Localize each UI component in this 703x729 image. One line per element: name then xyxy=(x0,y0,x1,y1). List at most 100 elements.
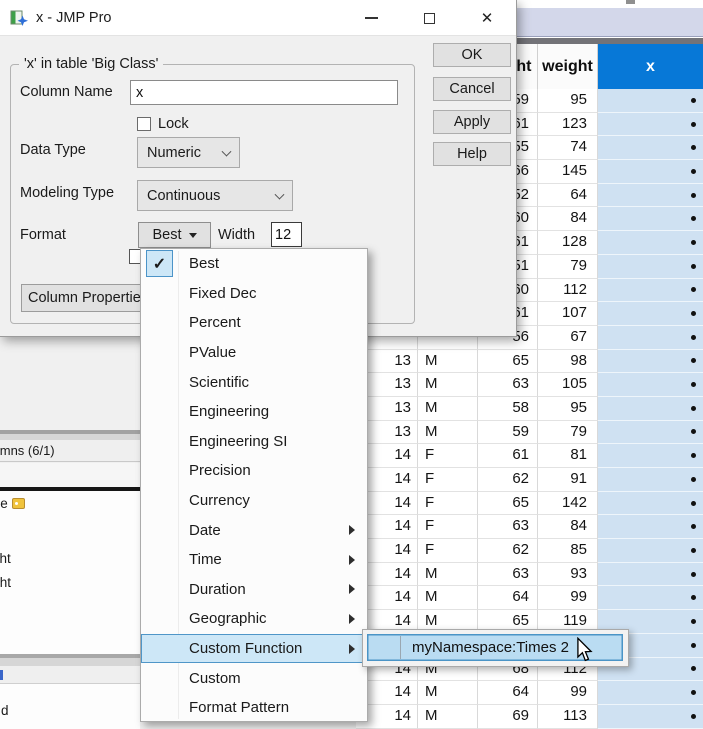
cell-weight[interactable]: 84 xyxy=(538,515,598,539)
cell-sex[interactable]: M xyxy=(418,586,478,610)
scrollbar-tick[interactable] xyxy=(626,0,635,4)
cell-sex[interactable]: M xyxy=(418,563,478,587)
menu-item-fixed-dec[interactable]: Fixed Dec xyxy=(141,279,367,309)
cell-weight[interactable]: 123 xyxy=(538,113,598,137)
menu-item-date[interactable]: Date xyxy=(141,515,367,545)
columns-panel-item-height[interactable]: height xyxy=(0,551,11,566)
cell-weight[interactable]: 142 xyxy=(538,492,598,516)
cell-height[interactable]: 58 xyxy=(478,397,538,421)
cell-weight[interactable]: 79 xyxy=(538,421,598,445)
cell-x-missing[interactable] xyxy=(598,207,703,231)
modeling-type-dropdown[interactable]: Continuous xyxy=(137,180,293,211)
menu-item-duration[interactable]: Duration xyxy=(141,575,367,605)
maximize-button[interactable] xyxy=(400,0,458,36)
cell-x-missing[interactable] xyxy=(598,89,703,113)
cell-weight[interactable]: 107 xyxy=(538,302,598,326)
menu-item-custom-function[interactable]: Custom Function xyxy=(141,634,367,664)
cell-weight[interactable]: 74 xyxy=(538,136,598,160)
cell-height[interactable]: 62 xyxy=(478,468,538,492)
cell-x-missing[interactable] xyxy=(598,160,703,184)
cell-height[interactable]: 63 xyxy=(478,515,538,539)
cell-x-missing[interactable] xyxy=(598,326,703,350)
cell-sex[interactable]: F xyxy=(418,515,478,539)
cell-x-missing[interactable] xyxy=(598,421,703,445)
menu-item-percent[interactable]: Percent xyxy=(141,308,367,338)
cell-x-missing[interactable] xyxy=(598,539,703,563)
menu-item-scientific[interactable]: Scientific xyxy=(141,367,367,397)
cell-weight[interactable]: 113 xyxy=(538,705,598,729)
cell-weight[interactable]: 99 xyxy=(538,681,598,705)
cell-weight[interactable]: 98 xyxy=(538,350,598,374)
menu-item-engineering-si[interactable]: Engineering SI xyxy=(141,427,367,457)
cell-x-missing[interactable] xyxy=(598,705,703,729)
cell-x-missing[interactable] xyxy=(598,586,703,610)
cell-weight[interactable]: 93 xyxy=(538,563,598,587)
columns-panel-item-name[interactable]: name xyxy=(0,496,25,511)
close-button[interactable]: ✕ xyxy=(458,0,516,36)
menu-item-best[interactable]: ✓Best xyxy=(141,249,367,279)
cell-height[interactable]: 64 xyxy=(478,681,538,705)
data-type-dropdown[interactable]: Numeric xyxy=(137,137,240,168)
cell-sex[interactable]: M xyxy=(418,350,478,374)
cell-height[interactable]: 65 xyxy=(478,492,538,516)
cell-sex[interactable]: M xyxy=(418,705,478,729)
cancel-button[interactable]: Cancel xyxy=(433,77,511,101)
cell-x-missing[interactable] xyxy=(598,681,703,705)
dialog-titlebar[interactable]: x - JMP Pro ✕ xyxy=(0,0,516,36)
columns-panel-header[interactable]: Columns (6/1) xyxy=(0,440,140,462)
cell-x-missing[interactable] xyxy=(598,279,703,303)
cell-x-missing[interactable] xyxy=(598,492,703,516)
columns-panel-item-weight[interactable]: weight xyxy=(0,575,11,590)
cell-x-missing[interactable] xyxy=(598,350,703,374)
cell-x-missing[interactable] xyxy=(598,184,703,208)
cell-weight[interactable]: 84 xyxy=(538,207,598,231)
cell-weight[interactable]: 67 xyxy=(538,326,598,350)
help-button[interactable]: Help xyxy=(433,142,511,166)
cell-height[interactable]: 69 xyxy=(478,705,538,729)
lock-checkbox[interactable] xyxy=(137,117,151,131)
cell-sex[interactable]: F xyxy=(418,444,478,468)
cell-x-missing[interactable] xyxy=(598,113,703,137)
cell-weight[interactable]: 99 xyxy=(538,586,598,610)
cell-x-missing[interactable] xyxy=(598,255,703,279)
cell-weight[interactable]: 105 xyxy=(538,373,598,397)
menu-item-engineering[interactable]: Engineering xyxy=(141,397,367,427)
cell-weight[interactable]: 95 xyxy=(538,397,598,421)
cell-weight[interactable]: 95 xyxy=(538,89,598,113)
cell-weight[interactable]: 145 xyxy=(538,160,598,184)
cell-weight[interactable]: 85 xyxy=(538,539,598,563)
cell-x-missing[interactable] xyxy=(598,444,703,468)
cell-height[interactable]: 64 xyxy=(478,586,538,610)
cell-sex[interactable]: M xyxy=(418,421,478,445)
cell-x-missing[interactable] xyxy=(598,563,703,587)
cell-weight[interactable]: 91 xyxy=(538,468,598,492)
cell-height[interactable]: 63 xyxy=(478,373,538,397)
menu-item-format-pattern[interactable]: Format Pattern xyxy=(141,693,367,723)
menu-item-geographic[interactable]: Geographic xyxy=(141,604,367,634)
column-header-weight[interactable]: weight xyxy=(538,44,598,89)
cell-x-missing[interactable] xyxy=(598,302,703,326)
column-header-x-selected[interactable]: x xyxy=(598,44,703,89)
cell-height[interactable]: 62 xyxy=(478,539,538,563)
cell-x-missing[interactable] xyxy=(598,515,703,539)
menu-item-time[interactable]: Time xyxy=(141,545,367,575)
cell-weight[interactable]: 128 xyxy=(538,231,598,255)
cell-x-missing[interactable] xyxy=(598,397,703,421)
width-input[interactable] xyxy=(271,222,302,247)
format-best-button[interactable]: Best xyxy=(138,222,211,248)
cell-height[interactable]: 59 xyxy=(478,421,538,445)
cell-weight[interactable]: 112 xyxy=(538,279,598,303)
minimize-button[interactable] xyxy=(342,0,400,36)
cell-sex[interactable]: M xyxy=(418,681,478,705)
cell-x-missing[interactable] xyxy=(598,136,703,160)
menu-item-precision[interactable]: Precision xyxy=(141,456,367,486)
cell-height[interactable]: 65 xyxy=(478,350,538,374)
cell-sex[interactable]: M xyxy=(418,397,478,421)
cell-height[interactable]: 63 xyxy=(478,563,538,587)
cell-x-missing[interactable] xyxy=(598,468,703,492)
cell-weight[interactable]: 79 xyxy=(538,255,598,279)
apply-button[interactable]: Apply xyxy=(433,110,511,134)
ok-button[interactable]: OK xyxy=(433,43,511,67)
cell-x-missing[interactable] xyxy=(598,231,703,255)
cell-height[interactable]: 61 xyxy=(478,444,538,468)
